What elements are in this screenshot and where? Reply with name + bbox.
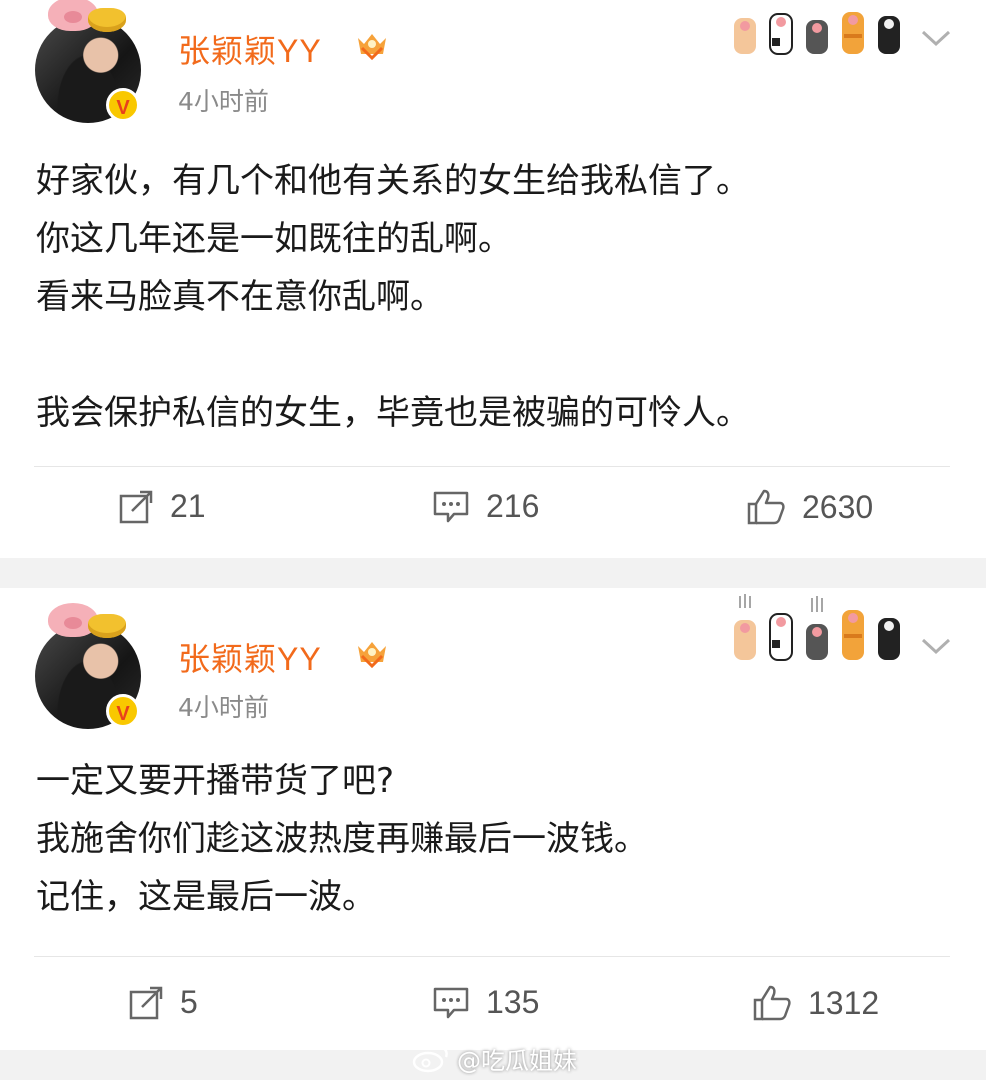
like-icon <box>753 985 791 1021</box>
like-count: 2630 <box>802 488 874 525</box>
gold-ingot-icon <box>88 614 126 638</box>
weibo-post-2: V 张颖颖YY 4小时前 一定又要开播带货了吧? 我施舍你们趁这波热度再赚最后一… <box>0 588 986 1050</box>
gold-ingot-icon <box>88 8 126 32</box>
like-button[interactable]: 1312 <box>752 984 879 1022</box>
comment-count: 135 <box>486 984 540 1020</box>
weibo-post-1: V 张颖颖YY 4小时前 好家伙，有几个和他有关系的女生给我私信了。 你这几年还… <box>0 0 986 558</box>
paw-decoration-icon <box>734 12 900 55</box>
username[interactable]: 张颖颖YY <box>178 26 322 72</box>
post-text-line: 好家伙，有几个和他有关系的女生给我私信了。 <box>36 161 750 201</box>
post-content: 一定又要开播带货了吧? 我施舍你们趁这波热度再赚最后一波钱。 记住，这是最后一波… <box>36 752 648 926</box>
post-text-line: 你这几年还是一如既往的乱啊。 <box>36 219 512 259</box>
post-text-line: 记住，这是最后一波。 <box>36 877 376 917</box>
chevron-down-icon[interactable] <box>920 26 952 50</box>
comment-count: 216 <box>486 488 540 524</box>
divider <box>34 466 950 467</box>
post-time: 4小时前 <box>178 87 269 116</box>
like-count: 1312 <box>808 984 880 1021</box>
repost-icon <box>119 490 153 523</box>
watermark-text: @吃瓜姐妹 <box>457 1046 577 1075</box>
divider <box>34 956 950 957</box>
post-content: 好家伙，有几个和他有关系的女生给我私信了。 你这几年还是一如既往的乱啊。 看来马… <box>36 152 750 442</box>
paw-decoration-icon <box>734 594 900 661</box>
chevron-down-icon[interactable] <box>920 634 952 658</box>
post-text-line: 看来马脸真不在意你乱啊。 <box>36 277 444 317</box>
post-separator <box>0 558 986 588</box>
repost-count: 5 <box>180 984 198 1020</box>
post-time: 4小时前 <box>178 693 269 722</box>
comment-button[interactable]: 216 <box>432 488 539 525</box>
watermark: @吃瓜姐妹 <box>411 1040 577 1076</box>
post-text-line: 我会保护私信的女生，毕竟也是被骗的可怜人。 <box>36 393 750 433</box>
post-text-line <box>36 326 750 384</box>
repost-button[interactable]: 5 <box>128 984 198 1021</box>
repost-icon <box>129 986 163 1019</box>
verified-badge: V <box>106 694 140 728</box>
repost-count: 21 <box>170 488 206 524</box>
vip-crown-icon <box>358 642 386 669</box>
comment-icon <box>433 987 469 1018</box>
verified-badge: V <box>106 88 140 122</box>
username[interactable]: 张颖颖YY <box>178 634 322 680</box>
post-text-line: 一定又要开播带货了吧? <box>36 761 395 801</box>
like-icon <box>747 489 785 525</box>
vip-crown-icon <box>358 34 386 61</box>
repost-button[interactable]: 21 <box>118 488 206 525</box>
comment-button[interactable]: 135 <box>432 984 539 1021</box>
comment-icon <box>433 491 469 522</box>
post-text-line: 我施舍你们趁这波热度再赚最后一波钱。 <box>36 819 648 859</box>
like-button[interactable]: 2630 <box>746 488 873 526</box>
weibo-logo-icon <box>412 1045 448 1073</box>
